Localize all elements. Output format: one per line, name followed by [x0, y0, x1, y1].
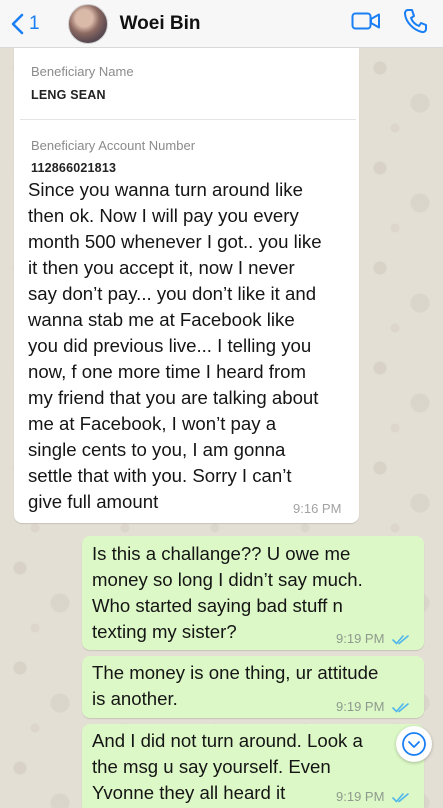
unread-count: 1 — [29, 12, 40, 34]
message-time: 9:19 PM — [336, 631, 410, 646]
avatar[interactable] — [67, 3, 108, 44]
beneficiary-name-value: LENG SEAN — [31, 88, 106, 102]
divider — [20, 119, 356, 120]
contact-name[interactable]: Woei Bin — [120, 13, 201, 35]
double-check-icon — [392, 793, 409, 803]
message-time: 9:16 PM — [293, 501, 342, 516]
double-check-icon — [392, 703, 409, 713]
double-check-icon — [392, 635, 409, 645]
account-number-value: 112866021813 — [31, 161, 117, 175]
message-time: 9:19 PM — [336, 699, 410, 714]
account-number-label: Beneficiary Account Number — [31, 138, 196, 153]
scroll-to-bottom-button[interactable] — [396, 726, 432, 762]
message-time: 9:19 PM — [336, 789, 410, 804]
message-text: Since you wanna turn around like then ok… — [28, 179, 322, 512]
quoted-attachment: Beneficiary Name LENG SEAN — [20, 48, 356, 120]
back-button[interactable]: 1 — [10, 13, 40, 35]
beneficiary-name-label: Beneficiary Name — [31, 64, 134, 79]
chevron-down-icon — [402, 732, 426, 756]
phone-icon[interactable] — [403, 8, 427, 34]
message-text: Is this a challange?? U owe me money so … — [92, 543, 363, 642]
chat-header: 1 Woei Bin — [0, 0, 443, 48]
video-call-icon[interactable] — [351, 11, 381, 31]
chevron-left-icon — [11, 13, 24, 34]
